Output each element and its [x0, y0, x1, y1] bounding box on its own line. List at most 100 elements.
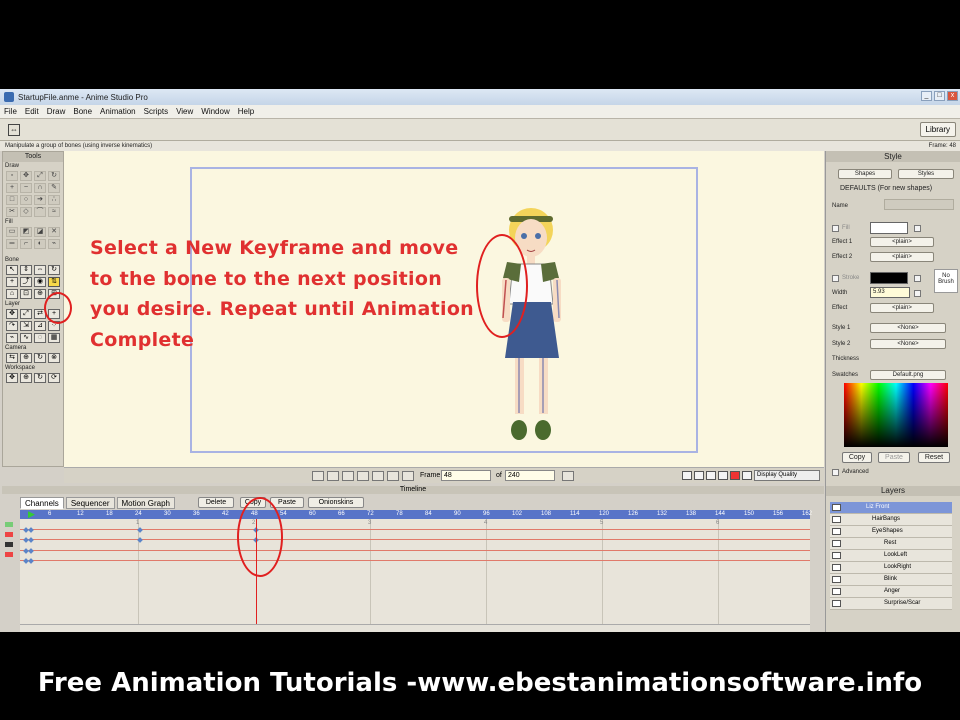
stroke-exposure-icon[interactable]: ◐ — [34, 239, 46, 249]
dual-view-icon[interactable] — [694, 471, 704, 480]
menu-draw[interactable]: Draw — [43, 107, 70, 116]
arrow-shape-icon[interactable]: ➔ — [34, 195, 46, 205]
end-icon[interactable] — [402, 471, 414, 481]
rectangle-icon[interactable]: □ — [6, 195, 18, 205]
zoom-camera-icon[interactable]: ⊕ — [20, 353, 32, 363]
channel-tracks[interactable]: 123456 — [20, 519, 810, 627]
menu-scripts[interactable]: Scripts — [140, 107, 172, 116]
rotate-workspace-icon[interactable]: ↻ — [34, 373, 46, 383]
timeline-delete-button[interactable]: Delete — [198, 497, 234, 508]
grid-view-icon[interactable] — [682, 471, 692, 480]
line-width-icon[interactable]: ═ — [6, 239, 18, 249]
tab-sequencer[interactable]: Sequencer — [65, 497, 115, 509]
play-back-icon[interactable] — [342, 471, 354, 481]
channel-icon[interactable] — [5, 542, 13, 547]
menu-file[interactable]: File — [0, 107, 21, 116]
rotate-points-icon[interactable]: ↻ — [48, 171, 60, 181]
track-camera-icon[interactable]: ⇆ — [6, 353, 18, 363]
curvature-icon[interactable]: ~ — [20, 183, 32, 193]
record-icon[interactable] — [730, 471, 740, 480]
bind-points-icon[interactable]: ⊡ — [20, 289, 32, 299]
split-view-icon[interactable] — [718, 471, 728, 480]
translate-bone-icon[interactable]: ⇕ — [20, 265, 32, 275]
eyedropper-layer-icon[interactable]: ⌁ — [6, 333, 18, 343]
style-paste-button[interactable]: Paste — [878, 452, 910, 463]
fill-enable-checkbox[interactable] — [914, 225, 921, 232]
scale-layer-icon[interactable]: ⤢ — [20, 309, 32, 319]
layer-row[interactable]: EyeShapes — [830, 526, 952, 538]
color-picker[interactable] — [844, 383, 948, 447]
maximize-button[interactable]: □ — [934, 91, 945, 101]
play-head-icon[interactable]: ▶ — [28, 510, 35, 519]
eyedropper-icon[interactable]: ⌁ — [48, 239, 60, 249]
menu-view[interactable]: View — [172, 107, 197, 116]
pan-tilt-icon[interactable]: ⊗ — [48, 353, 60, 363]
channel-icon[interactable] — [5, 522, 13, 527]
stroke-enable-checkbox[interactable] — [914, 275, 921, 282]
eye-icon[interactable] — [832, 552, 841, 559]
eye-icon[interactable] — [832, 516, 841, 523]
eye-icon[interactable] — [832, 504, 841, 511]
noise-icon[interactable]: ≈ — [48, 207, 60, 217]
library-button[interactable]: Library — [919, 122, 956, 137]
canvas[interactable]: Select a New Keyframe and move to the bo… — [64, 151, 824, 467]
shapes-dropdown[interactable]: Shapes — [838, 169, 892, 179]
width-checkbox[interactable] — [914, 290, 921, 297]
channel-icon[interactable] — [5, 532, 13, 537]
flag-icon[interactable] — [742, 471, 752, 480]
translate-points-icon[interactable]: ✥ — [20, 171, 32, 181]
swatches-dropdown[interactable]: Default.png — [870, 370, 946, 380]
close-button[interactable]: x — [947, 91, 958, 101]
layer-row[interactable]: Surprise/Scar — [830, 598, 952, 610]
bone-strength-icon[interactable]: ◉ — [34, 277, 46, 287]
layer-row[interactable]: Rest — [830, 538, 952, 550]
delete-edge-icon[interactable]: ✂ — [6, 207, 18, 217]
shear-layer-icon[interactable]: ⇲ — [20, 321, 32, 331]
onionskins-dropdown[interactable]: Onionskins — [308, 497, 364, 508]
channel-icon[interactable] — [5, 552, 13, 557]
rotate-bone-icon[interactable]: ↻ — [48, 265, 60, 275]
effect-dropdown[interactable]: <plain> — [870, 303, 934, 313]
effect2-dropdown[interactable]: <plain> — [870, 252, 934, 262]
layer-row[interactable]: Anger — [830, 586, 952, 598]
add-point-icon[interactable]: + — [6, 183, 18, 193]
translate-layer-icon[interactable]: ✥ — [6, 309, 18, 319]
follow-path-icon[interactable]: ∿ — [20, 333, 32, 343]
offset-bone-icon[interactable]: ⊕ — [34, 289, 46, 299]
step-back-icon[interactable] — [327, 471, 339, 481]
minimize-button[interactable]: _ — [921, 91, 932, 101]
stroke-checkbox[interactable] — [832, 275, 839, 282]
brush-preview[interactable]: No Brush — [934, 269, 958, 293]
paint-bucket-icon[interactable]: ◪ — [34, 227, 46, 237]
fill-checkbox[interactable] — [832, 225, 839, 232]
eye-icon[interactable] — [832, 600, 841, 607]
tool-options-icon[interactable]: ⇔ — [8, 124, 20, 136]
layer-row[interactable]: HairBangs — [830, 514, 952, 526]
menu-window[interactable]: Window — [197, 107, 233, 116]
add-bone-icon[interactable]: + — [6, 277, 18, 287]
width-input[interactable]: 5.93 — [870, 287, 910, 298]
tab-channels[interactable]: Channels — [20, 497, 64, 509]
style-copy-button[interactable]: Copy — [842, 452, 872, 463]
frame-input[interactable]: 48 — [441, 470, 491, 481]
zoom-workspace-icon[interactable]: ⊕ — [20, 373, 32, 383]
rotate-xy-icon[interactable]: ↷ — [6, 321, 18, 331]
perspective-icon[interactable]: ◇ — [20, 207, 32, 217]
select-bone-icon[interactable]: ↖ — [6, 265, 18, 275]
styles-dropdown[interactable]: Styles — [898, 169, 954, 179]
style2-dropdown[interactable]: <None> — [870, 339, 946, 349]
display-quality-dropdown[interactable]: Display Quality — [754, 470, 820, 481]
play-icon[interactable] — [357, 471, 369, 481]
select-points-icon[interactable]: ▫ — [6, 171, 18, 181]
oval-icon[interactable]: ○ — [20, 195, 32, 205]
stroke-color-swatch[interactable] — [870, 272, 908, 284]
roll-camera-icon[interactable]: ↻ — [34, 353, 46, 363]
manipulate-bones-icon[interactable]: ⇅ — [48, 277, 60, 287]
layer-row[interactable]: Blink — [830, 574, 952, 586]
bind-layer-icon[interactable]: ⌂ — [6, 289, 18, 299]
scale-bone-icon[interactable]: ⇔ — [34, 265, 46, 275]
layer-row[interactable]: Liz Front — [830, 502, 952, 514]
fast-forward-icon[interactable] — [387, 471, 399, 481]
pan-workspace-icon[interactable]: ✥ — [6, 373, 18, 383]
eye-icon[interactable] — [832, 540, 841, 547]
